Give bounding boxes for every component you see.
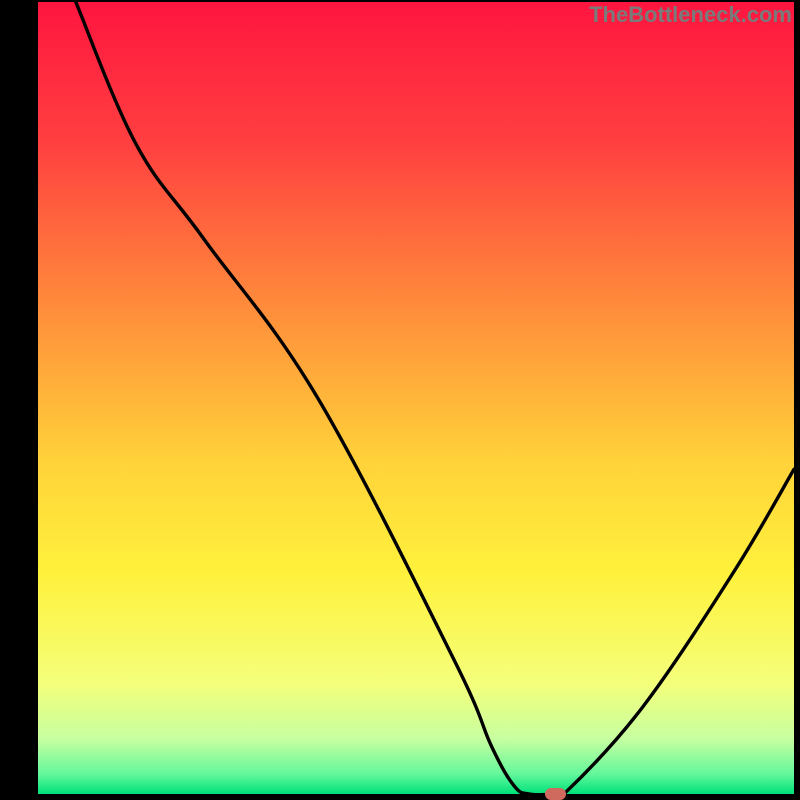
bottleneck-curve (38, 2, 794, 794)
chart-frame: TheBottleneck.com (0, 0, 800, 800)
watermark-text: TheBottleneck.com (589, 2, 792, 28)
plot-area (38, 2, 794, 794)
optimum-marker (545, 788, 566, 800)
